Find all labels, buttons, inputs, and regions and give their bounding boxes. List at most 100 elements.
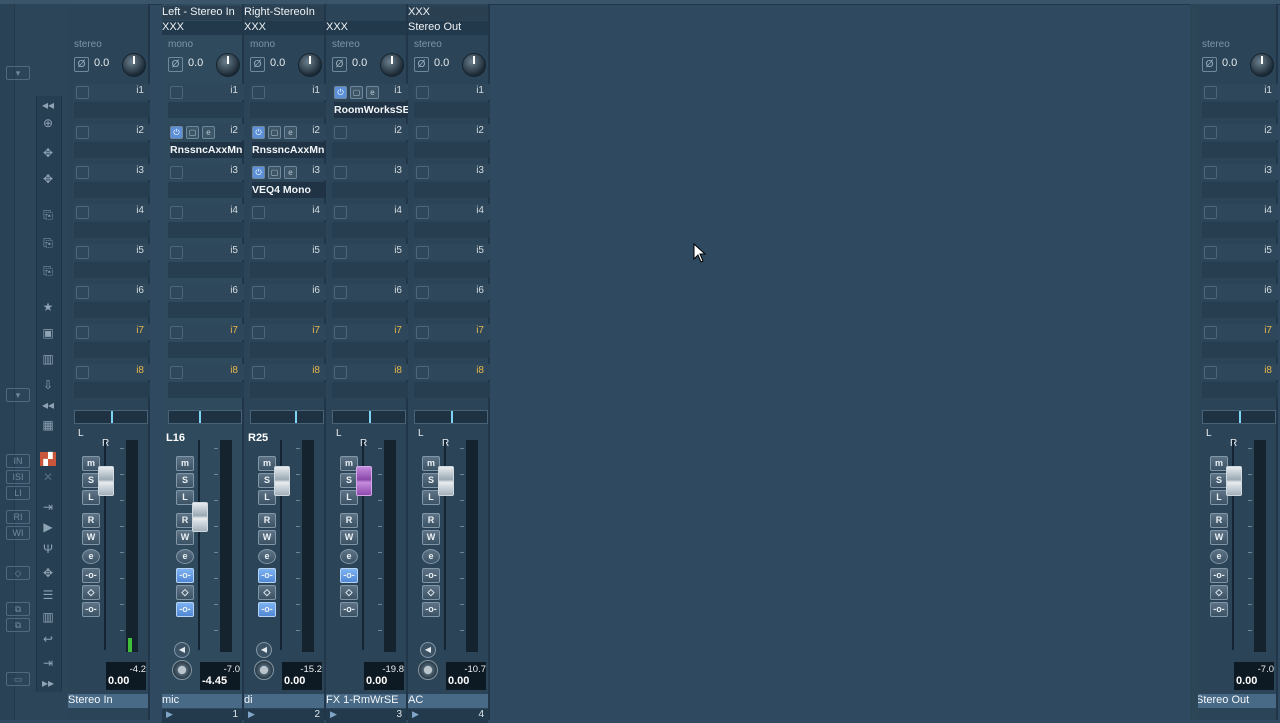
insert-slot[interactable]: i4 (74, 204, 150, 242)
insert-header[interactable]: i2 (332, 124, 408, 140)
bypass-icon[interactable]: ▢ (268, 126, 281, 139)
power-icon[interactable] (170, 86, 183, 99)
insert-empty[interactable] (250, 102, 326, 118)
expand-icon[interactable]: ▸▸ (40, 676, 56, 690)
insert-header[interactable]: i4 (168, 204, 244, 220)
power-icon[interactable] (76, 86, 89, 99)
insert-empty[interactable] (74, 342, 150, 358)
insert-header[interactable]: i7 (1202, 324, 1278, 340)
input-gain-value[interactable]: 0.0 (1222, 57, 1237, 69)
volume-fader[interactable] (438, 466, 454, 496)
insert-empty[interactable] (414, 222, 490, 238)
insert-header[interactable]: i4 (414, 204, 490, 220)
send-bypass-button[interactable]: -o- (1210, 602, 1228, 617)
monitor-button[interactable]: ◀ (256, 642, 272, 658)
insert-empty[interactable] (168, 382, 244, 398)
insert-header[interactable]: i7 (168, 324, 244, 340)
power-icon[interactable] (416, 206, 429, 219)
insert-header[interactable]: i1 (250, 84, 326, 100)
insert-slot[interactable]: i4 (1202, 204, 1278, 242)
insert-slot[interactable]: i7 (1202, 324, 1278, 362)
insert-empty[interactable] (74, 182, 150, 198)
insert-empty[interactable] (1202, 262, 1278, 278)
insert-empty[interactable] (332, 262, 408, 278)
input-gain-knob[interactable] (462, 53, 486, 77)
insert-empty[interactable] (332, 382, 408, 398)
insert-slot[interactable]: i7 (332, 324, 408, 362)
power-icon[interactable] (334, 126, 347, 139)
insert-empty[interactable] (414, 302, 490, 318)
insert-slot[interactable]: i7 (414, 324, 490, 362)
insert-slot[interactable]: i7 (250, 324, 326, 362)
insert-bypass-button[interactable]: ◇ (176, 585, 194, 600)
peak-value[interactable]: -4.2 (108, 664, 146, 675)
write-button[interactable]: W (258, 530, 276, 545)
insert-header[interactable]: i5 (1202, 244, 1278, 260)
insert-header[interactable]: i1 (74, 84, 150, 100)
eq-button[interactable]: -o- (422, 568, 440, 583)
insert-empty[interactable] (1202, 182, 1278, 198)
power-icon[interactable] (76, 246, 89, 259)
power-icon[interactable] (416, 366, 429, 379)
volume-fader[interactable] (192, 502, 208, 532)
monitor-icon[interactable]: Ψ (40, 542, 56, 556)
move-icon[interactable]: ⊕ (40, 116, 56, 130)
volume-value[interactable]: 0.00 (366, 675, 400, 689)
output-routing[interactable]: XXX (244, 21, 324, 35)
insert-slot[interactable]: i1 (74, 84, 150, 122)
phase-icon[interactable]: Ø (74, 57, 89, 72)
insert-header[interactable]: i8 (168, 364, 244, 380)
insert-empty[interactable] (250, 302, 326, 318)
edit-icon[interactable]: e (284, 126, 297, 139)
power-icon[interactable] (1204, 246, 1217, 259)
insert-header[interactable]: i8 (74, 364, 150, 380)
insert-header[interactable]: ⏻ ▢ e i2 (168, 124, 244, 140)
write-button[interactable]: W (340, 530, 358, 545)
power-icon[interactable] (416, 166, 429, 179)
insert-slot[interactable]: i8 (332, 364, 408, 402)
insert-slot[interactable]: i6 (74, 284, 150, 322)
insert-header[interactable]: i6 (168, 284, 244, 300)
insert-empty[interactable] (250, 222, 326, 238)
routing-icon[interactable]: ⎘ (40, 236, 56, 250)
insert-empty[interactable] (74, 142, 150, 158)
input-gain-knob[interactable] (122, 53, 146, 77)
insert-header[interactable]: i8 (414, 364, 490, 380)
insert-header[interactable]: i4 (1202, 204, 1278, 220)
insert-slot[interactable]: i1 (168, 84, 244, 122)
edit-button[interactable]: e (340, 549, 358, 564)
output-routing[interactable]: Stereo Out (408, 21, 488, 35)
input-gain-knob[interactable] (216, 53, 240, 77)
insert-slot[interactable]: i5 (250, 244, 326, 282)
power-icon[interactable] (1204, 86, 1217, 99)
power-icon[interactable] (416, 86, 429, 99)
power-icon[interactable] (76, 366, 89, 379)
eq-button[interactable]: -o- (340, 568, 358, 583)
output-routing[interactable] (1196, 21, 1276, 35)
insert-slot[interactable]: i4 (414, 204, 490, 242)
write-button[interactable]: W (422, 530, 440, 545)
insert-header[interactable]: i3 (414, 164, 490, 180)
send-bypass-button[interactable]: -o- (258, 602, 276, 617)
insert-slot[interactable]: i5 (332, 244, 408, 282)
insert-header[interactable]: i4 (332, 204, 408, 220)
collapse-arrow-icon[interactable]: ▾ (6, 66, 30, 80)
record-icon[interactable]: ▞ (40, 452, 56, 466)
peak-value[interactable]: -10.7 (448, 664, 486, 675)
input-routing[interactable]: XXX (408, 6, 488, 20)
edit-button[interactable]: e (258, 549, 276, 564)
insert-header[interactable]: i3 (74, 164, 150, 180)
show-sends-icon[interactable]: ISI (6, 470, 30, 484)
record-enable-button[interactable] (418, 660, 438, 680)
route-icon[interactable]: ✥ (40, 172, 56, 186)
input-gain-value[interactable]: 0.0 (188, 57, 203, 69)
power-icon[interactable] (252, 86, 265, 99)
insert-slot[interactable]: i3 (1202, 164, 1278, 202)
mixer-icon[interactable]: ▦ (40, 418, 56, 432)
show-wide-icon[interactable]: WI (6, 526, 30, 540)
insert-header[interactable]: i6 (332, 284, 408, 300)
input-gain-knob[interactable] (1250, 53, 1274, 77)
bypass-icon[interactable]: ▢ (350, 86, 363, 99)
insert-header[interactable]: i6 (1202, 284, 1278, 300)
insert-slot[interactable]: i5 (414, 244, 490, 282)
